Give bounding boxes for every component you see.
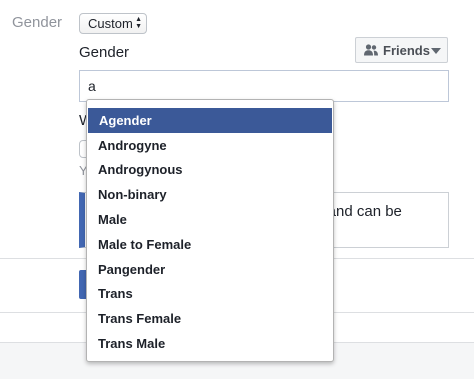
dropdown-option[interactable]: Non-binary	[87, 182, 333, 207]
caret-down-icon	[431, 48, 441, 54]
gender-row-label: Gender	[12, 14, 63, 31]
dropdown-option[interactable]: Androgynous	[87, 158, 333, 183]
gender-type-select[interactable]: Custom ▲ ▼	[79, 13, 147, 34]
dropdown-option[interactable]: Trans Male	[87, 331, 333, 356]
custom-gender-input[interactable]	[79, 70, 449, 102]
dropdown-option[interactable]: Trans	[87, 282, 333, 307]
dropdown-option[interactable]: Male	[87, 207, 333, 232]
audience-label: Friends	[383, 42, 430, 58]
audience-selector-button[interactable]: Friends	[355, 37, 448, 63]
people-icon	[364, 44, 378, 56]
dropdown-option[interactable]: Androgyne	[87, 133, 333, 158]
dropdown-option[interactable]: Pangender	[87, 257, 333, 282]
dropdown-option[interactable]: Male to Female	[87, 232, 333, 257]
gender-type-select-value: Custom	[88, 16, 133, 31]
up-down-arrows-icon: ▲ ▼	[135, 16, 142, 30]
dropdown-option[interactable]: Agender	[88, 108, 332, 133]
custom-gender-label: Gender	[79, 44, 130, 61]
dropdown-option[interactable]: Trans Female	[87, 306, 333, 331]
gender-suggestions-dropdown: Agender Androgyne Androgynous Non-binary…	[86, 99, 334, 362]
